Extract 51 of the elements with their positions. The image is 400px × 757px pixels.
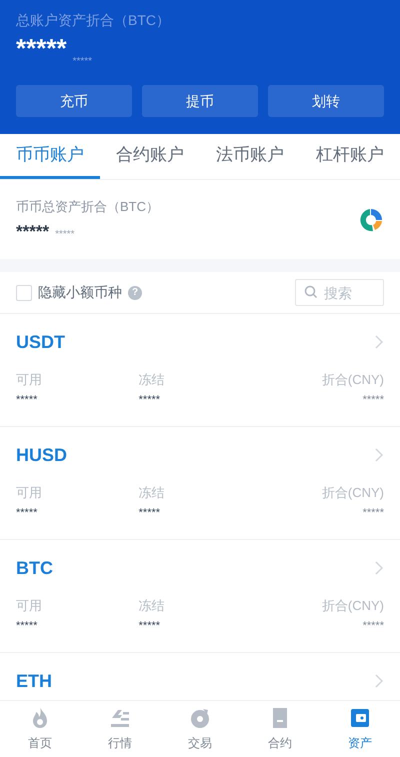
chevron-right-icon[interactable] — [374, 673, 384, 689]
coin-name[interactable]: HUSD — [16, 443, 68, 467]
total-amount: ***** — [16, 33, 67, 63]
nav-tab[interactable]: 行情 — [80, 701, 160, 757]
search-field[interactable]: 搜索 — [295, 279, 384, 306]
chevron-right-icon[interactable] — [374, 334, 384, 350]
field-value: ***** — [362, 506, 384, 520]
nav-tab[interactable]: 资产 — [320, 701, 400, 757]
field-label: 冻结 — [138, 371, 165, 389]
search-icon — [304, 285, 318, 299]
hide-small-checkbox[interactable] — [16, 284, 32, 300]
account-tab[interactable]: 法币账户 — [200, 134, 300, 179]
coin-name[interactable]: USDT — [16, 330, 65, 354]
action-button[interactable]: 划转 — [268, 85, 384, 117]
wallet-icon — [348, 706, 372, 730]
account-tab[interactable]: 币币账户 — [0, 134, 100, 179]
nav-tab[interactable]: 首页 — [0, 701, 80, 757]
account-tab[interactable]: 杠杆账户 — [300, 134, 400, 179]
total-assets-label: 总账户资产折合（BTC） — [16, 11, 171, 30]
field-label: 折合(CNY) — [322, 371, 384, 389]
coin-name[interactable]: BTC — [16, 556, 53, 580]
hide-small-label: 隐藏小额币种 — [38, 283, 122, 302]
field-value: ***** — [16, 619, 38, 633]
chevron-right-icon[interactable] — [374, 560, 384, 576]
spot-sub-amount: ***** — [55, 228, 75, 242]
field-label: 冻结 — [138, 484, 165, 502]
field-value: ***** — [138, 506, 160, 520]
account-tab[interactable]: 合约账户 — [100, 134, 200, 179]
field-label: 折合(CNY) — [322, 484, 384, 502]
donut-chart-icon — [358, 206, 384, 232]
field-value: ***** — [16, 506, 38, 520]
field-label: 可用 — [16, 484, 42, 502]
total-sub-amount: ***** — [72, 55, 92, 69]
spot-assets-label: 币币总资产折合（BTC） — [16, 198, 159, 216]
nav-tab[interactable]: 交易 — [160, 701, 240, 757]
field-label: 冻结 — [138, 597, 165, 615]
action-button[interactable]: 提币 — [142, 85, 258, 117]
trade-icon — [188, 706, 212, 730]
field-label: 可用 — [16, 597, 42, 615]
field-value: ***** — [138, 393, 160, 407]
coin-name[interactable]: ETH — [16, 669, 52, 693]
spot-amount: ***** — [16, 222, 50, 242]
action-button[interactable]: 充币 — [16, 85, 132, 117]
nav-tab[interactable]: 合约 — [240, 701, 320, 757]
field-label: 可用 — [16, 371, 42, 389]
field-value: ***** — [138, 619, 160, 633]
field-label: 折合(CNY) — [322, 597, 384, 615]
chevron-right-icon[interactable] — [374, 447, 384, 463]
field-value: ***** — [362, 393, 384, 407]
field-value: ***** — [16, 393, 38, 407]
field-value: ***** — [362, 619, 384, 633]
